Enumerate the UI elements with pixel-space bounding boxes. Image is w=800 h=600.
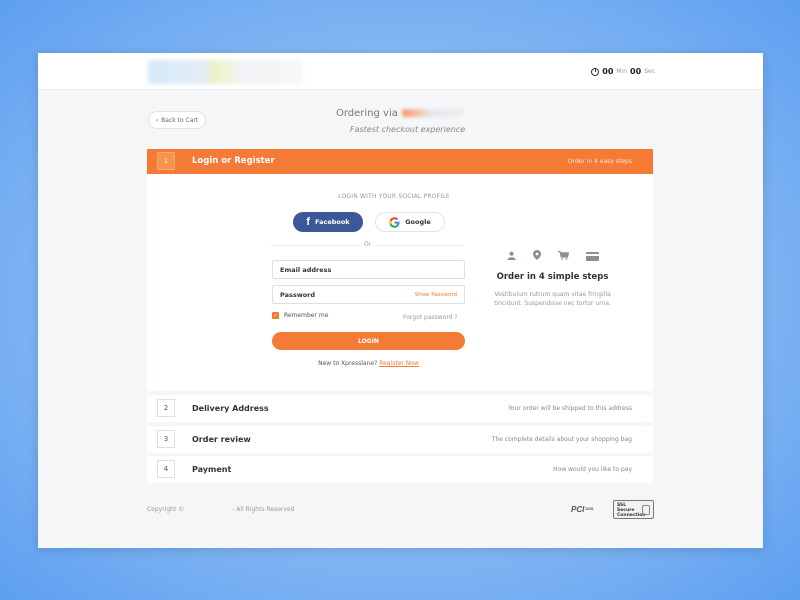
step-title: Delivery Address [192,404,269,413]
remember-me[interactable]: ✓ Remember me [272,312,328,319]
google-icon [389,216,400,228]
tagline: Fastest checkout experience [350,125,466,134]
ordering-via-label: Ordering via [336,108,398,119]
email-field[interactable]: Email address [272,260,465,279]
info-title: Order in 4 simple steps [496,272,609,282]
location-pin-icon [533,250,541,263]
steps-icons [507,250,599,263]
step-number: 2 [157,399,175,417]
checkout-window: 00 Min 00 Sec ‹ Back to Cart Ordering vi… [38,53,763,548]
step-number: 1 [157,152,175,170]
step-description: Your order will be shipped to this addre… [508,405,632,412]
pci-small-label: DSS [585,506,594,511]
timer-seconds: 00 [630,67,642,76]
ssl-badge: SSL Secure Connection [613,500,654,519]
copyright-prefix: Copyright © [147,506,185,513]
new-user-text: New to Xpresslane? [318,360,378,367]
step-payment[interactable]: 4 Payment How would you like to pay [147,456,653,483]
timer-minutes: 00 [602,67,614,76]
email-placeholder: Email address [280,266,332,274]
pci-dss-badge: PCI DSS [571,501,607,517]
site-logo [148,60,303,84]
google-label: Google [405,218,431,226]
user-icon [507,251,516,263]
register-now-link[interactable]: Register Now [379,360,419,367]
step-order-review[interactable]: 3 Order review The complete details abou… [147,426,653,453]
info-description: Vestibulum rutrum quam vitae fringilla t… [494,291,611,307]
chevron-left-icon: ‹ [155,116,159,124]
session-timer: 00 Min 00 Sec [591,67,655,76]
step-title: Order review [192,435,251,444]
social-login-title: LOGIN WITH YOUR SOCIAL PROFILE [338,193,450,200]
clock-icon [591,67,600,76]
back-to-cart-button[interactable]: ‹ Back to Cart [148,111,206,129]
remember-me-label: Remember me [284,312,329,319]
pci-label: PCI [571,504,585,514]
step-description: How would you like to pay [553,466,632,473]
login-panel: LOGIN WITH YOUR SOCIAL PROFILE f Faceboo… [147,174,653,391]
ordering-via: Ordering via [336,108,464,119]
top-bar: 00 Min 00 Sec [38,53,763,90]
copyright: Copyright © - All Rights Reserved [147,506,294,513]
google-login-button[interactable]: Google [375,212,445,232]
timer-min-label: Min [616,68,628,75]
step-title: Payment [192,465,232,474]
step-description: The complete details about your shopping… [491,436,632,443]
login-button[interactable]: LOGIN [272,332,465,350]
step-delivery-address[interactable]: 2 Delivery Address Your order will be sh… [147,395,653,422]
facebook-label: Facebook [315,218,350,226]
cart-icon [558,250,570,263]
facebook-icon: f [306,216,311,228]
facebook-login-button[interactable]: f Facebook [293,212,363,232]
show-password-toggle[interactable]: Show Password [415,292,457,298]
card-icon [586,252,599,261]
step-hint: Order in 4 easy steps [567,158,632,165]
password-field[interactable]: Password Show Password [272,285,465,304]
step-login-header[interactable]: 1 Login or Register Order in 4 easy step… [147,149,653,174]
timer-sec-label: Sec [644,68,655,75]
step-title: Login or Register [192,156,275,166]
step-number: 4 [157,460,175,478]
or-label: Or [360,241,376,248]
copyright-suffix: - All Rights Reserved [232,506,295,513]
checkmark-icon[interactable]: ✓ [272,312,279,319]
forgot-password-link[interactable]: Forgot password ? [403,314,458,321]
register-prompt: New to Xpresslane? Register Now [272,360,465,367]
merchant-logo [401,109,464,117]
lock-icon [642,505,650,515]
step-number: 3 [157,430,175,448]
password-placeholder: Password [280,291,316,299]
back-to-cart-label: Back to Cart [161,116,199,124]
